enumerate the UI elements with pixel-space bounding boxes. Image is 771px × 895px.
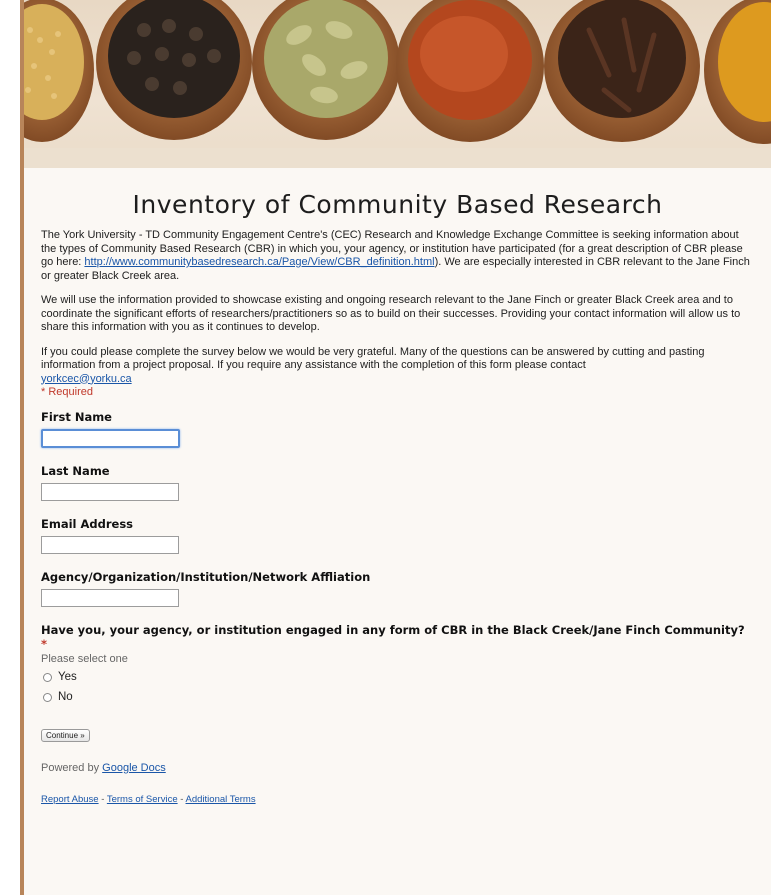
last-name-input[interactable] xyxy=(41,483,179,501)
form-description-p2: We will use the information provided to … xyxy=(41,294,741,333)
radio-option-yes[interactable]: Yes xyxy=(43,671,754,683)
cbr-definition-link[interactable]: http://www.communitybasedresearch.ca/Pag… xyxy=(84,256,434,268)
powered-by-text: Powered by xyxy=(41,762,103,774)
email-label: Email Address xyxy=(41,517,134,531)
question-first-name: First Name xyxy=(41,410,754,448)
first-name-label: First Name xyxy=(41,410,112,424)
additional-terms-link[interactable]: Additional Terms xyxy=(186,794,256,805)
terms-of-service-link[interactable]: Terms of Service xyxy=(107,794,178,805)
cbr-question-text: Have you, your agency, or institution en… xyxy=(41,623,745,637)
first-name-input[interactable] xyxy=(41,429,180,448)
footer-separator: - xyxy=(98,794,107,805)
radio-label-no: No xyxy=(58,691,73,703)
spice-bowls-illustration xyxy=(24,0,771,168)
required-star: * xyxy=(41,637,48,651)
footer-links: Report Abuse - Terms of Service - Additi… xyxy=(41,794,754,805)
question-last-name: Last Name xyxy=(41,464,754,501)
footer-separator: - xyxy=(177,794,186,805)
agency-input[interactable] xyxy=(41,589,179,607)
powered-by: Powered by Google Docs xyxy=(41,762,754,774)
contact-email-link[interactable]: yorkcec@yorku.ca xyxy=(41,373,132,385)
radio-label-yes: Yes xyxy=(58,671,77,683)
question-agency: Agency/Organization/Institution/Network … xyxy=(41,570,754,607)
page: Inventory of Community Based Research Th… xyxy=(0,0,771,895)
agency-label: Agency/Organization/Institution/Network … xyxy=(41,570,371,584)
continue-button[interactable]: Continue » xyxy=(41,729,90,742)
question-email: Email Address xyxy=(41,517,754,554)
form-description-p1: The York University - TD Community Engag… xyxy=(41,229,754,283)
google-docs-link[interactable]: Google Docs xyxy=(102,762,166,774)
radio-option-no[interactable]: No xyxy=(43,691,754,703)
required-note: * Required xyxy=(41,386,93,398)
report-abuse-link[interactable]: Report Abuse xyxy=(41,794,99,805)
form-body: Inventory of Community Based Research Th… xyxy=(24,190,771,805)
description-text: If you could please complete the survey … xyxy=(41,345,705,372)
question-cbr-engagement: Have you, your agency, or institution en… xyxy=(41,623,754,703)
form-card: Inventory of Community Based Research Th… xyxy=(24,0,771,895)
cbr-question-label: Have you, your agency, or institution en… xyxy=(41,623,754,651)
last-name-label: Last Name xyxy=(41,464,110,478)
radio-button-icon[interactable] xyxy=(43,692,52,702)
form-title: Inventory of Community Based Research xyxy=(132,190,663,219)
email-input[interactable] xyxy=(41,536,179,554)
header-banner-image xyxy=(24,0,771,168)
form-description-p3: If you could please complete the survey … xyxy=(41,346,754,387)
radio-button-icon[interactable] xyxy=(43,672,52,682)
cbr-help-text: Please select one xyxy=(41,653,128,665)
